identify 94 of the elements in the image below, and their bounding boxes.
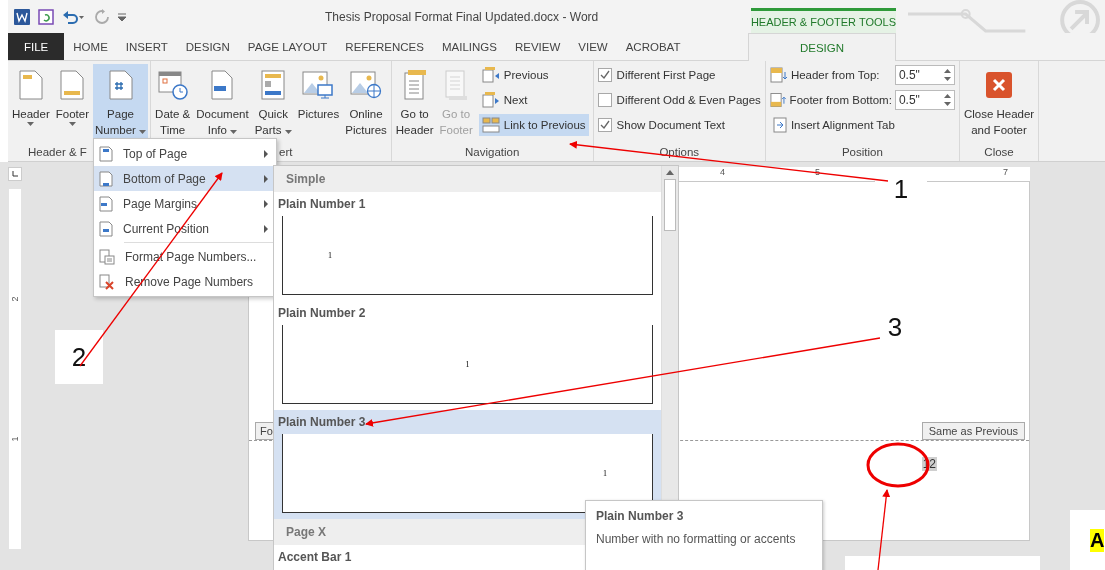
preview-number: 1 bbox=[603, 468, 607, 478]
ribbon-small-button[interactable]: Insert Alignment Tab bbox=[769, 114, 955, 136]
close-icon bbox=[986, 72, 1013, 98]
ribbon-tab[interactable]: REFERENCES bbox=[336, 33, 433, 60]
ribbon-tab[interactable]: DESIGN bbox=[748, 33, 896, 61]
caret-icon bbox=[230, 130, 238, 134]
header-position-icon bbox=[769, 67, 788, 83]
next-icon bbox=[481, 92, 500, 108]
checkbox-label: Show Document Text bbox=[616, 119, 726, 131]
top-page-icon bbox=[99, 145, 113, 162]
gallery-section-header: Simple bbox=[274, 166, 661, 192]
remove-icon bbox=[99, 273, 115, 290]
save-icon[interactable] bbox=[38, 8, 54, 25]
ribbon-tab[interactable]: HOME bbox=[64, 33, 117, 60]
checkbox[interactable] bbox=[597, 68, 612, 82]
ruler-number: 2 bbox=[10, 296, 20, 302]
group-label: Navigation bbox=[465, 146, 520, 160]
ribbon-button[interactable]: Close Header and Footer bbox=[961, 64, 1037, 146]
caret-icon bbox=[68, 122, 76, 126]
spin-arrows-icon[interactable] bbox=[943, 68, 951, 82]
scroll-thumb[interactable] bbox=[664, 179, 676, 231]
contextual-tab-label: HEADER & FOOTER TOOLS bbox=[750, 8, 897, 33]
ribbon-button[interactable]: Go to Header bbox=[393, 64, 436, 146]
ribbon-tab[interactable]: MAILINGS bbox=[432, 33, 506, 60]
alignment-tab-icon bbox=[772, 117, 787, 133]
spin-arrows-icon[interactable] bbox=[943, 93, 951, 107]
ruler-number: 1 bbox=[10, 436, 20, 442]
scroll-up-icon[interactable] bbox=[666, 170, 674, 175]
page-number-icon bbox=[108, 70, 133, 100]
bottom-page-icon bbox=[99, 170, 113, 187]
word-logo-icon bbox=[14, 8, 30, 25]
pictures-icon bbox=[302, 70, 335, 100]
ruler-number: 7 bbox=[1003, 167, 1008, 177]
ribbon-tab[interactable]: ACROBAT bbox=[616, 33, 690, 60]
page-icon bbox=[18, 70, 43, 100]
document-info-icon bbox=[209, 70, 236, 100]
go-to-header-icon bbox=[401, 69, 428, 101]
spin-label: Footer from Bottom: bbox=[789, 94, 892, 106]
format-icon bbox=[99, 248, 115, 265]
online-pictures-icon bbox=[350, 70, 383, 100]
submenu-arrow-icon bbox=[264, 149, 268, 158]
ribbon-small-button[interactable]: Link to Previous bbox=[478, 114, 589, 136]
group-label: ert bbox=[279, 146, 293, 160]
tab-selector[interactable] bbox=[8, 167, 22, 181]
caret-icon bbox=[139, 130, 147, 134]
ribbon-tab[interactable]: INSERT bbox=[116, 33, 177, 60]
ribbon-small-button[interactable]: Previous bbox=[478, 64, 589, 86]
ribbon-tab[interactable]: DESIGN bbox=[176, 33, 239, 60]
ribbon-tab[interactable]: PAGE LAYOUT bbox=[238, 33, 337, 60]
ribbon-button[interactable]: Footer bbox=[53, 64, 91, 146]
spin-field[interactable]: 0.5" bbox=[894, 65, 955, 85]
checkbox-label: Different Odd & Even Pages bbox=[616, 94, 761, 106]
menu-item[interactable]: Bottom of Page bbox=[94, 166, 276, 191]
ribbon-tab[interactable]: VIEW bbox=[569, 33, 617, 60]
submenu-arrow-icon bbox=[264, 174, 268, 183]
menu-item[interactable]: Page Margins bbox=[94, 191, 276, 216]
ribbon-button[interactable]: Pictures bbox=[295, 64, 342, 146]
file-tab[interactable]: FILE bbox=[8, 33, 65, 60]
ruler-number: 5 bbox=[815, 167, 820, 177]
group-label: Options bbox=[659, 146, 700, 160]
customize-caret-icon[interactable] bbox=[118, 12, 126, 21]
group-label: Position bbox=[841, 146, 883, 160]
tab-stop-icon[interactable] bbox=[12, 171, 18, 177]
window-title: Thesis Proposal Format Final Updated.docx - Word bbox=[324, 8, 600, 26]
margin-page-icon bbox=[99, 195, 113, 212]
ribbon-small-button[interactable]: Next bbox=[478, 89, 589, 111]
submenu-arrow-icon bbox=[264, 224, 268, 233]
ruler-number: 4 bbox=[720, 167, 725, 177]
ribbon-button[interactable]: Header bbox=[10, 64, 52, 146]
ribbon-button[interactable]: Online Pictures bbox=[343, 64, 389, 146]
previous-icon bbox=[481, 67, 500, 83]
checkbox[interactable] bbox=[597, 93, 612, 107]
preview-number: 1 bbox=[328, 250, 332, 260]
highlighted-text: A bbox=[1090, 528, 1105, 552]
caret-icon bbox=[284, 130, 292, 134]
quick-parts-icon bbox=[260, 70, 287, 100]
go-to-footer-icon bbox=[443, 69, 470, 101]
annotation-number: 2 bbox=[55, 330, 103, 384]
submenu-arrow-icon bbox=[264, 199, 268, 208]
calendar-clock-icon bbox=[157, 70, 188, 100]
checkbox[interactable] bbox=[597, 118, 612, 132]
group-label: Header & F bbox=[28, 146, 87, 160]
undo-icon[interactable] bbox=[62, 8, 86, 25]
position-page-icon bbox=[99, 220, 113, 237]
caret-icon bbox=[27, 122, 35, 126]
preview-number: 1 bbox=[465, 359, 470, 369]
spin-label: Header from Top: bbox=[790, 69, 880, 81]
group-label: Close bbox=[984, 146, 1014, 160]
spin-field[interactable]: 0.5" bbox=[894, 90, 955, 110]
page-icon bbox=[60, 70, 85, 100]
link-icon bbox=[481, 117, 500, 133]
ribbon-tab[interactable]: REVIEW bbox=[505, 33, 570, 60]
footer-position-icon bbox=[769, 92, 787, 108]
checkbox-label: Different First Page bbox=[616, 69, 716, 81]
